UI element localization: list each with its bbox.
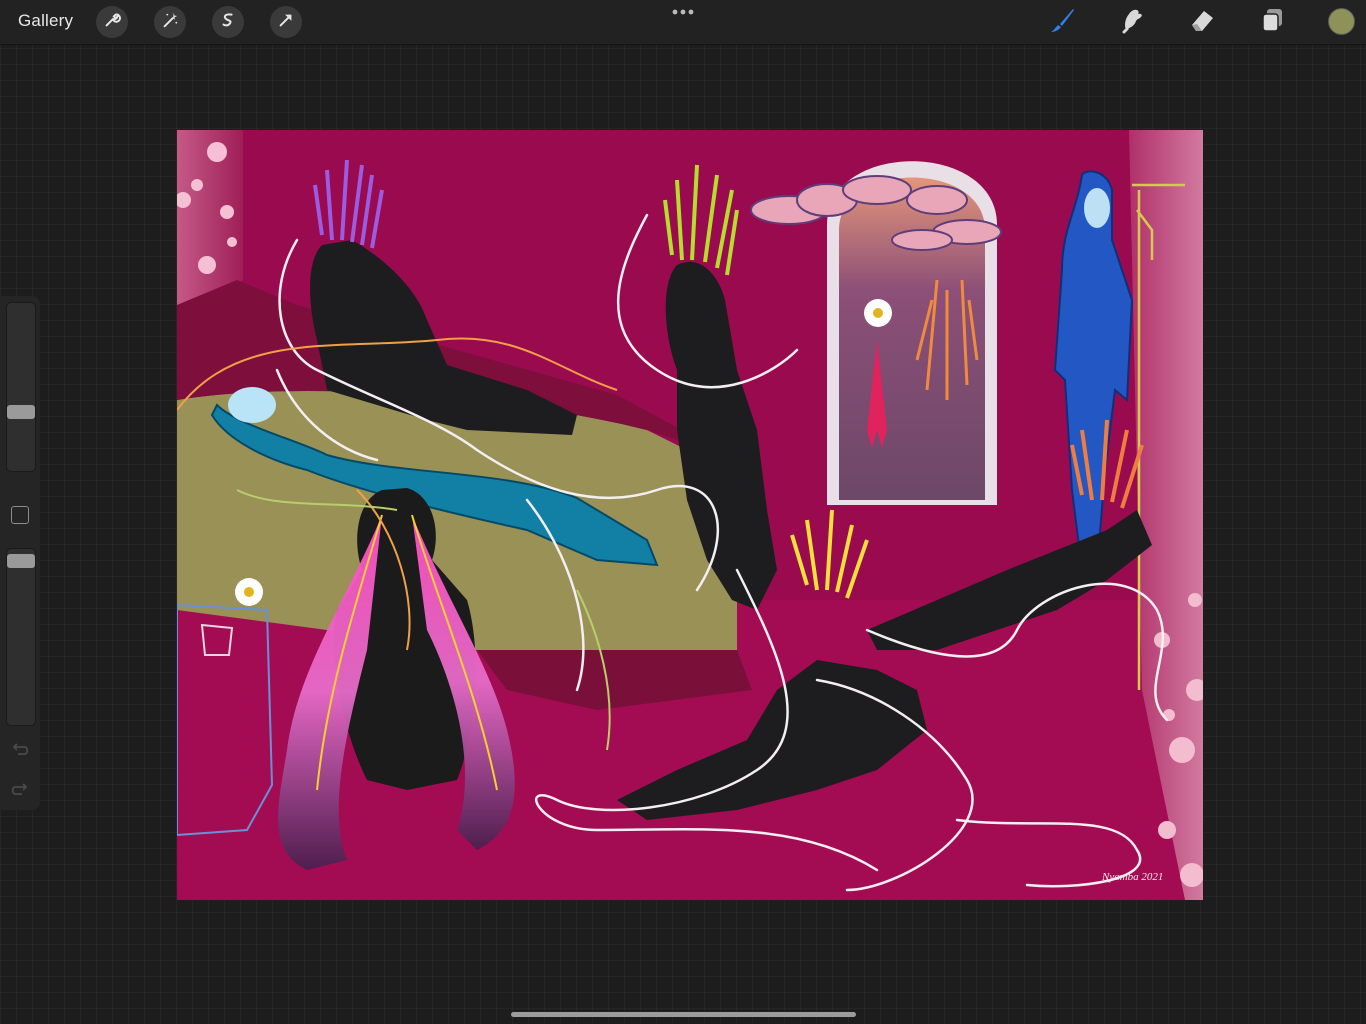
transform-icon	[277, 11, 295, 34]
selection-button[interactable]	[212, 6, 244, 38]
cyan-figure-face	[228, 387, 276, 423]
eraser-tool-button[interactable]	[1186, 6, 1218, 38]
opacity-slider[interactable]	[6, 548, 36, 726]
brush-icon	[1047, 5, 1077, 40]
magic-wand-icon	[161, 11, 179, 34]
left-sidebar	[0, 296, 40, 810]
home-indicator[interactable]	[511, 1012, 856, 1017]
layers-icon	[1257, 5, 1287, 40]
blue-figure-face	[1084, 188, 1110, 228]
wrench-icon	[103, 11, 121, 34]
redo-button[interactable]	[10, 780, 30, 800]
opacity-thumb[interactable]	[7, 554, 35, 568]
undo-button[interactable]	[10, 740, 30, 760]
smudge-tool-button[interactable]	[1116, 6, 1148, 38]
brush-size-slider[interactable]	[6, 302, 36, 472]
artist-signature: Nyamba 2021	[1101, 871, 1163, 883]
color-picker-swatch[interactable]	[1328, 8, 1355, 35]
layers-button[interactable]	[1256, 6, 1288, 38]
brush-tool-button[interactable]	[1046, 6, 1078, 38]
eraser-icon	[1187, 5, 1217, 40]
more-dots-icon[interactable]	[669, 4, 697, 20]
modify-button[interactable]	[11, 506, 29, 524]
transform-button[interactable]	[270, 6, 302, 38]
actions-button[interactable]	[96, 6, 128, 38]
adjustments-button[interactable]	[154, 6, 186, 38]
procreate-app: Gallery Nyamba 2021	[0, 0, 1366, 1024]
gallery-button[interactable]: Gallery	[18, 11, 73, 31]
artwork: Nyamba 2021	[177, 130, 1203, 900]
brush-size-thumb[interactable]	[7, 405, 35, 419]
redo-icon	[10, 783, 30, 804]
smudge-icon	[1117, 5, 1147, 40]
selection-icon	[219, 11, 237, 34]
drawing-canvas[interactable]: Nyamba 2021	[177, 130, 1203, 900]
undo-icon	[10, 743, 30, 764]
top-toolbar: Gallery	[0, 0, 1366, 45]
